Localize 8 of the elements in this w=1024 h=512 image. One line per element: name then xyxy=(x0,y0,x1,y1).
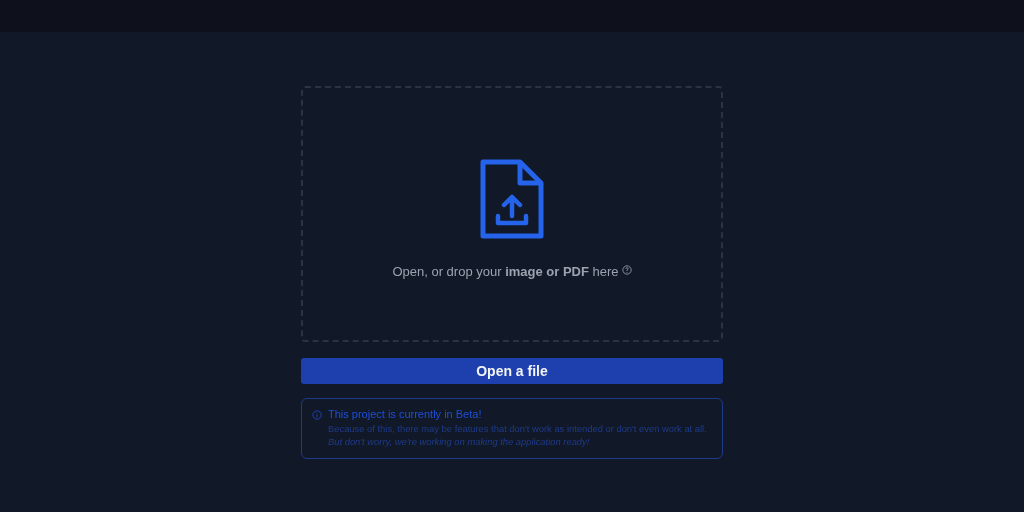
open-file-button[interactable]: Open a file xyxy=(301,358,723,384)
help-icon[interactable] xyxy=(621,264,632,275)
drop-zone[interactable]: Open, or drop your image or PDF here xyxy=(301,86,723,342)
notice-body: Because of this, there may be features that don't work as intended or don't even work at all. But don't worry, we're working on making the application ready! xyxy=(328,422,708,448)
info-icon xyxy=(312,410,322,420)
file-upload-icon xyxy=(479,157,545,240)
notice-title: This project is currently in Beta! xyxy=(328,408,483,420)
drop-prompt: Open, or drop your image or PDF here xyxy=(392,263,619,279)
